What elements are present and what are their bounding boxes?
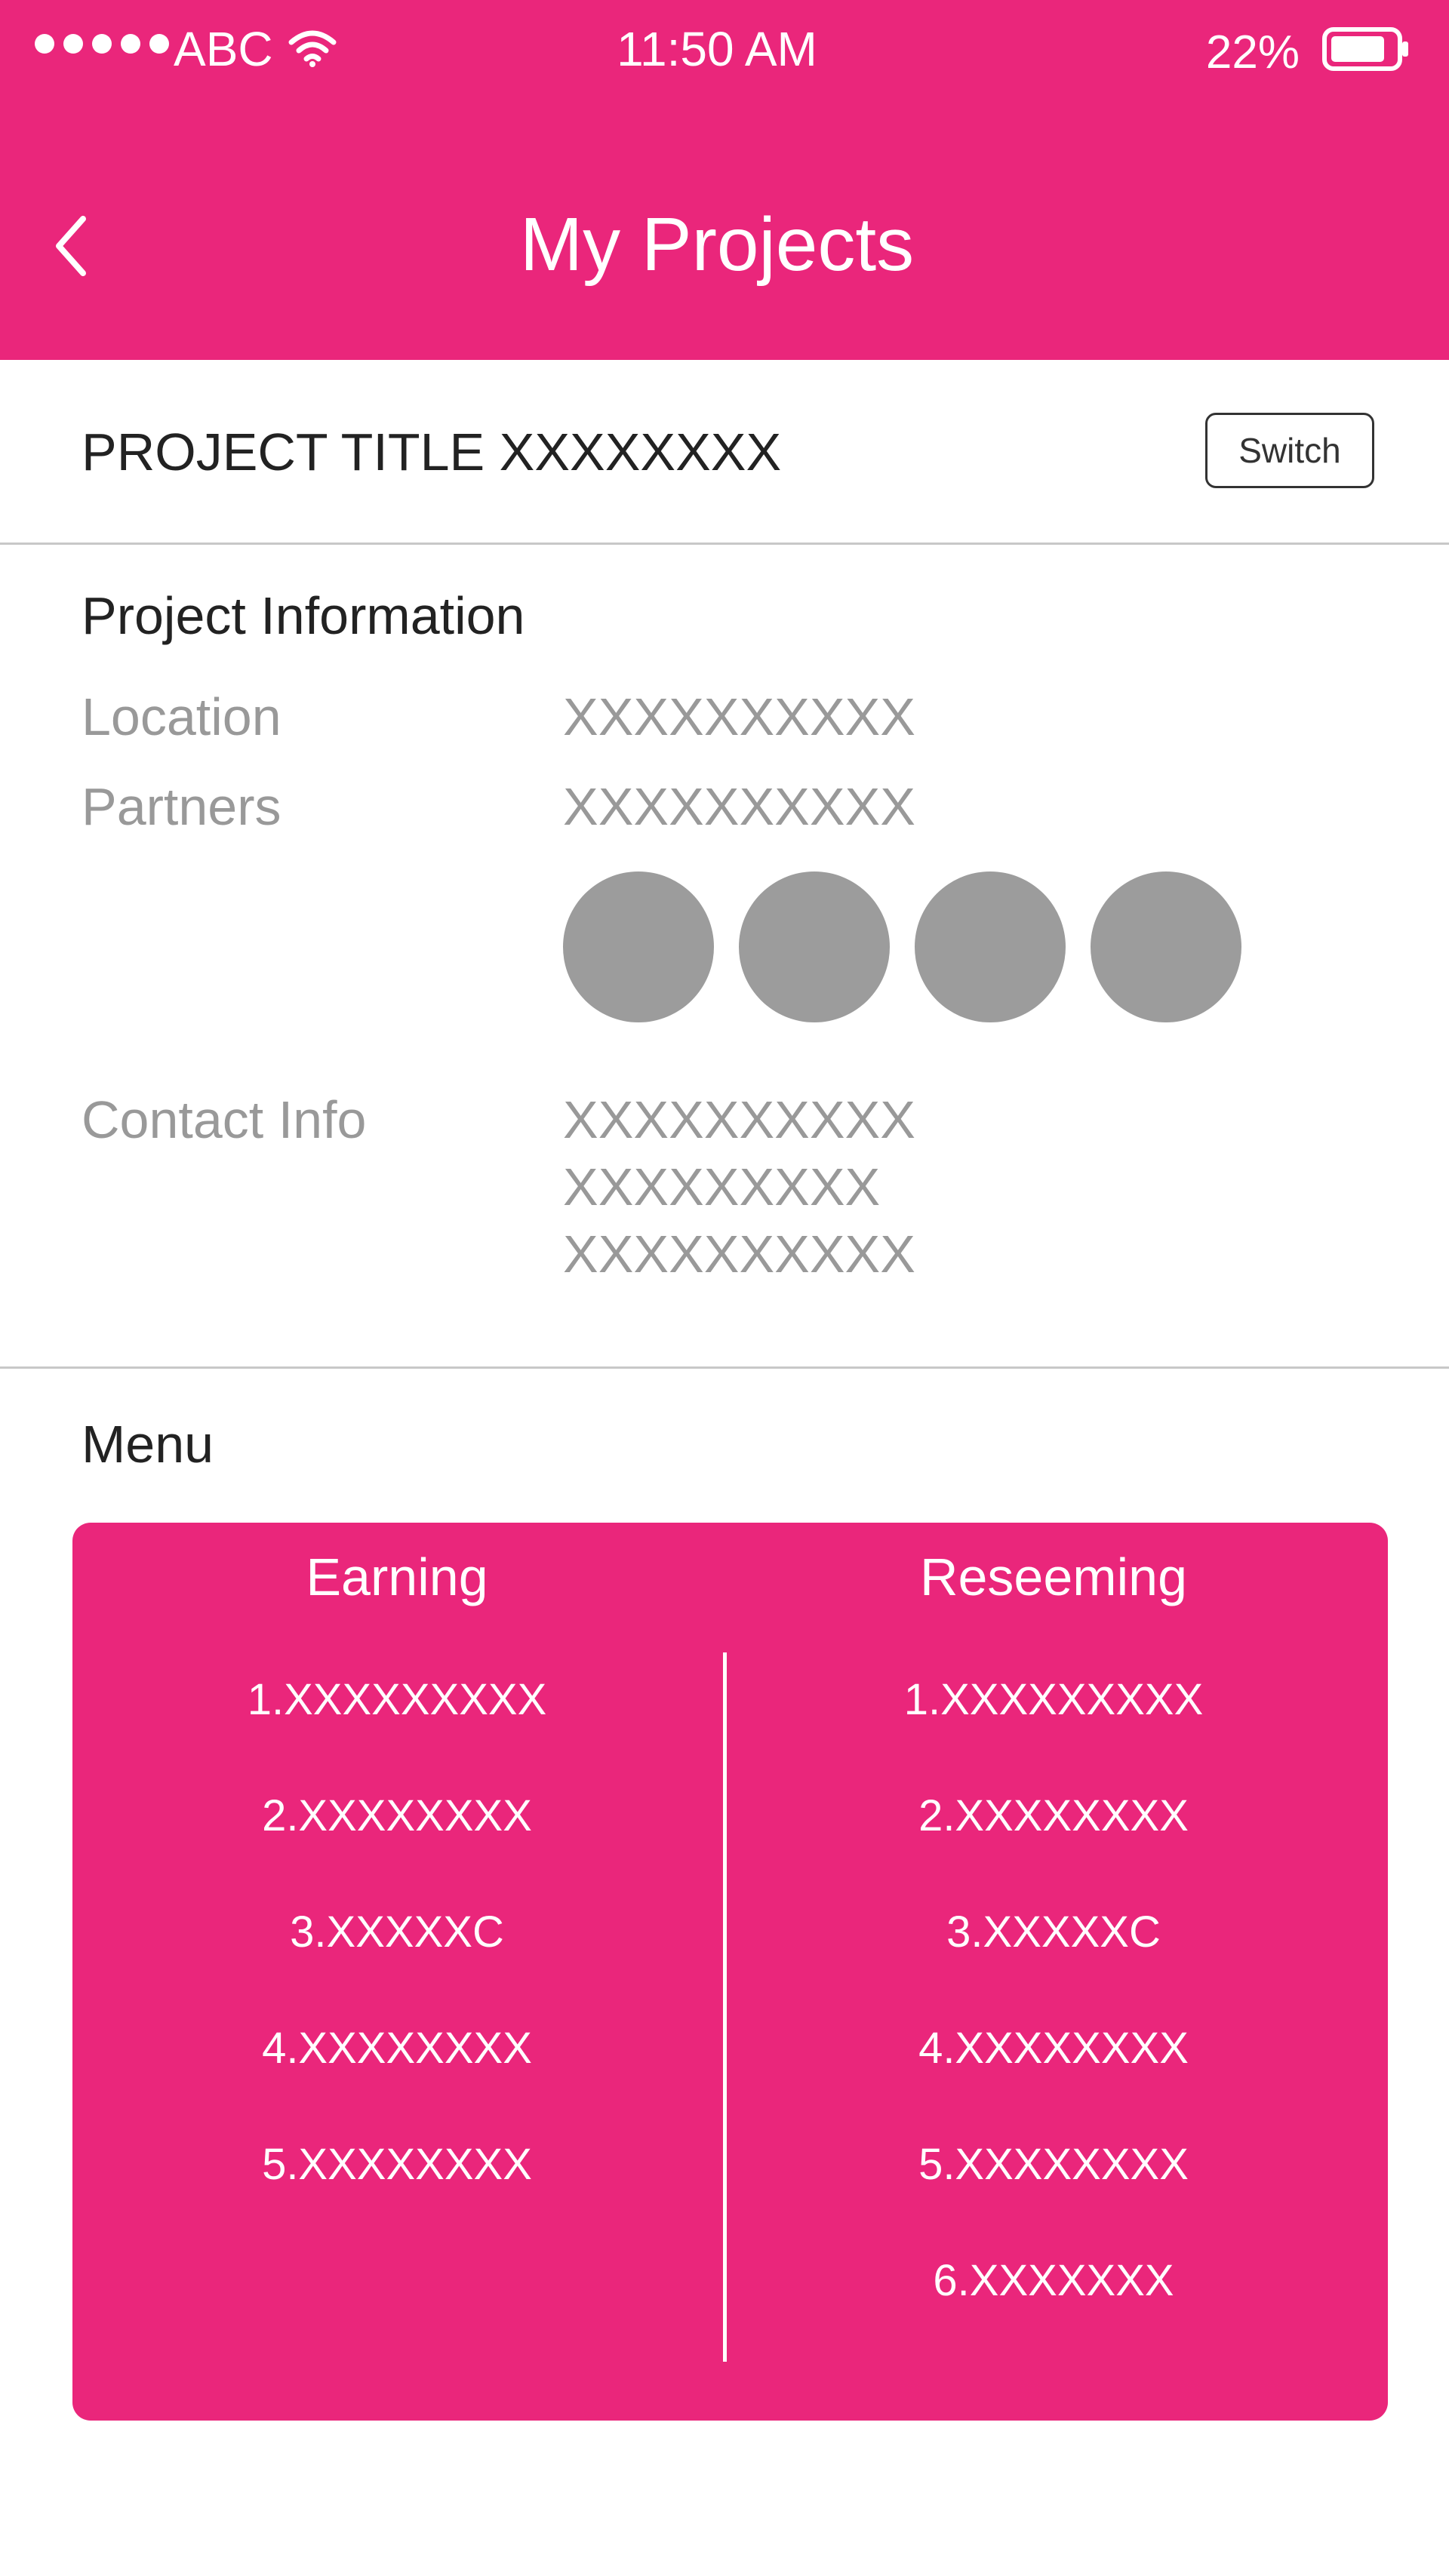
divider — [0, 1366, 1449, 1369]
project-row: PROJECT TITLE XXXXXXXX Switch — [0, 360, 1449, 543]
location-value: XXXXXXXXXX — [563, 687, 915, 746]
partner-avatar[interactable] — [915, 871, 1066, 1022]
redeeming-title: Reseeming — [919, 1548, 1188, 1606]
switch-button[interactable]: Switch — [1205, 413, 1374, 488]
earning-item[interactable]: 3.XXXXXC — [72, 1906, 721, 1959]
redeeming-item[interactable]: 6.XXXXXXX — [729, 2255, 1378, 2307]
menu-card: Earning 1.XXXXXXXXX 2.XXXXXXXX 3.XXXXXC 4.X… — [72, 1523, 1388, 2421]
partners-label: Partners — [82, 777, 281, 836]
project-title: PROJECT TITLE XXXXXXXX — [82, 423, 782, 481]
earning-item[interactable]: 5.XXXXXXXX — [72, 2138, 721, 2191]
battery-icon — [1322, 27, 1408, 71]
earning-item[interactable]: 1.XXXXXXXXX — [72, 1674, 721, 1726]
partners-value: XXXXXXXXXX — [563, 777, 915, 836]
menu-heading: Menu — [82, 1415, 214, 1474]
partner-avatar[interactable] — [563, 871, 714, 1022]
page-title: My Projects — [519, 202, 915, 287]
project-information-heading: Project Information — [82, 586, 525, 645]
header: ABC 11:50 AM 22% My Projects — [0, 0, 1449, 360]
contact-info-label: Contact Info — [82, 1090, 367, 1149]
earning-item[interactable]: 4.XXXXXXXX — [72, 2022, 721, 2075]
earning-title: Earning — [306, 1548, 488, 1606]
redeeming-item[interactable]: 3.XXXXXC — [729, 1906, 1378, 1959]
status-bar: ABC 11:50 AM 22% — [0, 0, 1449, 98]
contact-value-3: XXXXXXXXXX — [563, 1225, 915, 1283]
menu-column-divider — [723, 1652, 727, 2362]
redeeming-item[interactable]: 2.XXXXXXXX — [729, 1790, 1378, 1843]
partner-avatar[interactable] — [1091, 871, 1241, 1022]
location-label: Location — [82, 687, 281, 746]
redeeming-item[interactable]: 4.XXXXXXXX — [729, 2022, 1378, 2075]
divider — [0, 543, 1449, 545]
contact-value-1: XXXXXXXXXX — [563, 1090, 915, 1149]
redeeming-item[interactable]: 1.XXXXXXXXX — [729, 1674, 1378, 1726]
partner-avatar[interactable] — [739, 871, 890, 1022]
contact-value-2: XXXXXXXXX — [563, 1157, 881, 1216]
redeeming-item[interactable]: 5.XXXXXXXX — [729, 2138, 1378, 2191]
nav-bar: My Projects — [0, 151, 1449, 332]
earning-item[interactable]: 2.XXXXXXXX — [72, 1790, 721, 1843]
battery-percent: 22% — [1205, 26, 1300, 78]
